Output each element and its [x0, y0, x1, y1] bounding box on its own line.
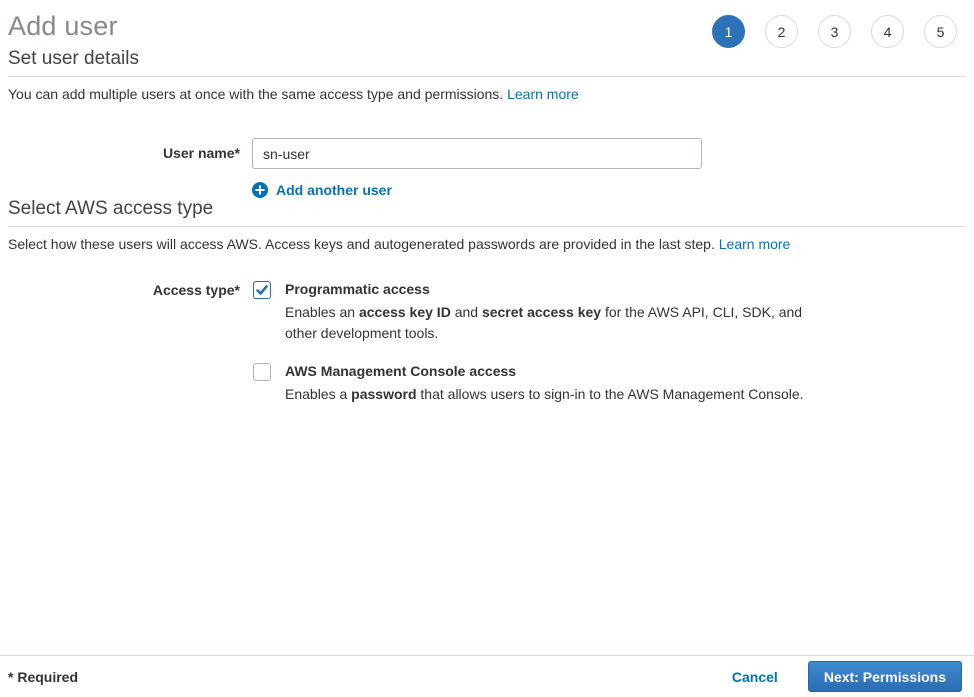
- username-label: User name*: [8, 138, 240, 169]
- desc-segment: Enables a: [285, 386, 351, 402]
- console-access-title: AWS Management Console access: [285, 362, 804, 381]
- step-5: 5: [924, 15, 957, 48]
- step-1-label: 1: [725, 24, 733, 40]
- desc-segment: Enables an: [285, 304, 359, 320]
- section-divider: [8, 226, 966, 227]
- add-another-user-label: Add another user: [276, 182, 392, 198]
- desc-segment: that allows users to sign-in to the AWS …: [417, 386, 804, 402]
- page-header: Add user 1 2 3 4 5: [0, 0, 974, 48]
- console-access-option: AWS Management Console access Enables a …: [253, 362, 810, 405]
- desc-bold-segment: access key ID: [359, 304, 451, 320]
- step-4: 4: [871, 15, 904, 48]
- step-3-label: 3: [831, 24, 839, 40]
- footer-actions: Cancel Next: Permissions: [732, 661, 962, 692]
- section-divider: [8, 76, 966, 77]
- username-row: User name*: [0, 138, 974, 169]
- next-permissions-button[interactable]: Next: Permissions: [808, 661, 962, 692]
- step-3: 3: [818, 15, 851, 48]
- console-access-text: AWS Management Console access Enables a …: [285, 362, 804, 405]
- section-heading-user-details: Set user details: [8, 48, 966, 70]
- step-2: 2: [765, 15, 798, 48]
- programmatic-access-text: Programmatic access Enables an access ke…: [285, 280, 810, 344]
- programmatic-access-desc: Enables an access key ID and secret acce…: [285, 302, 810, 344]
- user-details-description-text: You can add multiple users at once with …: [8, 86, 503, 102]
- access-type-description-text: Select how these users will access AWS. …: [8, 236, 715, 252]
- console-access-desc: Enables a password that allows users to …: [285, 384, 804, 405]
- learn-more-link-user-details[interactable]: Learn more: [507, 86, 579, 102]
- step-1: 1: [712, 15, 745, 48]
- access-type-options: Programmatic access Enables an access ke…: [253, 280, 810, 405]
- add-user-page: Add user 1 2 3 4 5 Set user details You …: [0, 0, 974, 697]
- access-type-label: Access type*: [8, 280, 240, 298]
- plus-circle-icon: [252, 182, 268, 198]
- programmatic-access-checkbox[interactable]: [253, 281, 271, 299]
- step-4-label: 4: [884, 24, 892, 40]
- learn-more-link-access-type[interactable]: Learn more: [719, 236, 791, 252]
- cancel-button[interactable]: Cancel: [732, 669, 778, 685]
- access-type-description: Select how these users will access AWS. …: [8, 236, 966, 253]
- user-details-description: You can add multiple users at once with …: [8, 86, 966, 103]
- footer-bar: * Required Cancel Next: Permissions: [0, 655, 974, 697]
- footer-row: * Required Cancel Next: Permissions: [0, 656, 974, 697]
- step-indicator: 1 2 3 4 5: [712, 15, 957, 48]
- username-input[interactable]: [252, 138, 702, 169]
- desc-segment: and: [451, 304, 482, 320]
- checkmark-icon: [255, 283, 269, 297]
- section-heading-access-type: Select AWS access type: [8, 198, 966, 220]
- step-5-label: 5: [937, 24, 945, 40]
- programmatic-access-option: Programmatic access Enables an access ke…: [253, 280, 810, 344]
- programmatic-access-title: Programmatic access: [285, 280, 810, 299]
- required-note: * Required: [8, 669, 78, 685]
- desc-bold-segment: secret access key: [482, 304, 601, 320]
- desc-bold-segment: password: [351, 386, 416, 402]
- page-title: Add user: [8, 10, 118, 42]
- console-access-checkbox[interactable]: [253, 363, 271, 381]
- add-another-user-link[interactable]: Add another user: [252, 182, 974, 198]
- access-type-row: Access type* Programmatic access Enables…: [0, 280, 974, 405]
- step-2-label: 2: [778, 24, 786, 40]
